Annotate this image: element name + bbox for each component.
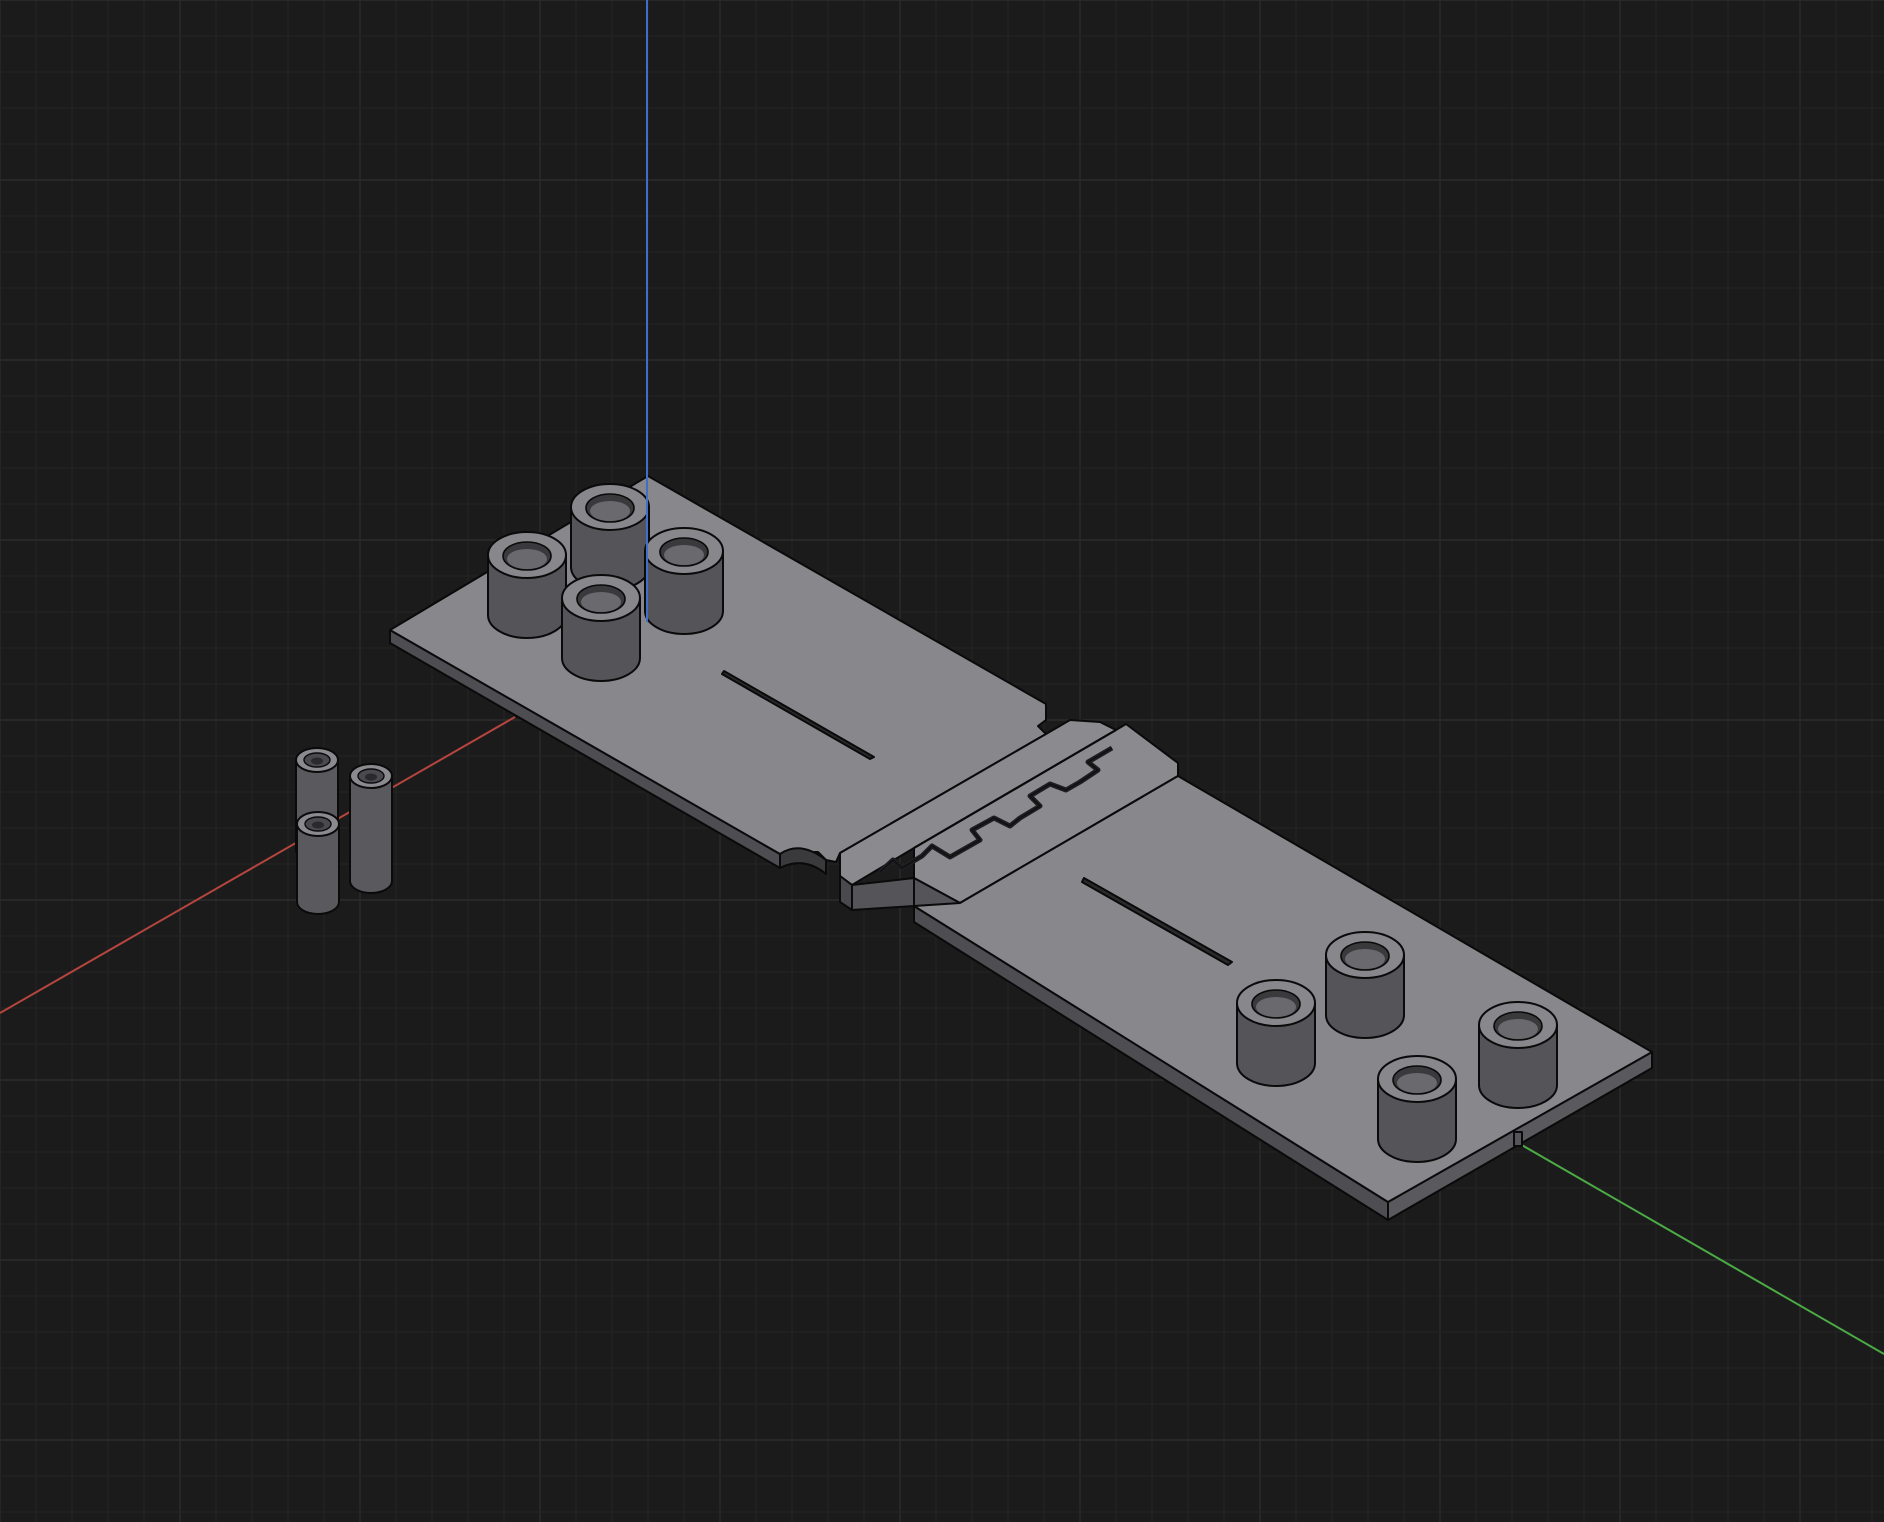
y-axis-line bbox=[1519, 1143, 1884, 1355]
pins-group bbox=[295, 747, 393, 915]
3d-viewport[interactable] bbox=[0, 0, 1884, 1522]
standoff-boss[interactable] bbox=[561, 574, 641, 682]
pin[interactable] bbox=[349, 763, 393, 894]
standoff-boss[interactable] bbox=[1377, 1055, 1457, 1163]
standoff-boss[interactable] bbox=[1325, 931, 1405, 1039]
standoff-boss[interactable] bbox=[644, 527, 724, 635]
standoff-boss[interactable] bbox=[1236, 979, 1316, 1087]
x-axis-line bbox=[0, 716, 516, 1014]
viewport-canvas[interactable] bbox=[0, 0, 1884, 1522]
standoff-boss[interactable] bbox=[487, 531, 567, 639]
pin[interactable] bbox=[296, 811, 340, 915]
standoff-boss[interactable] bbox=[1478, 1001, 1558, 1109]
standoff-boss[interactable] bbox=[570, 483, 650, 591]
